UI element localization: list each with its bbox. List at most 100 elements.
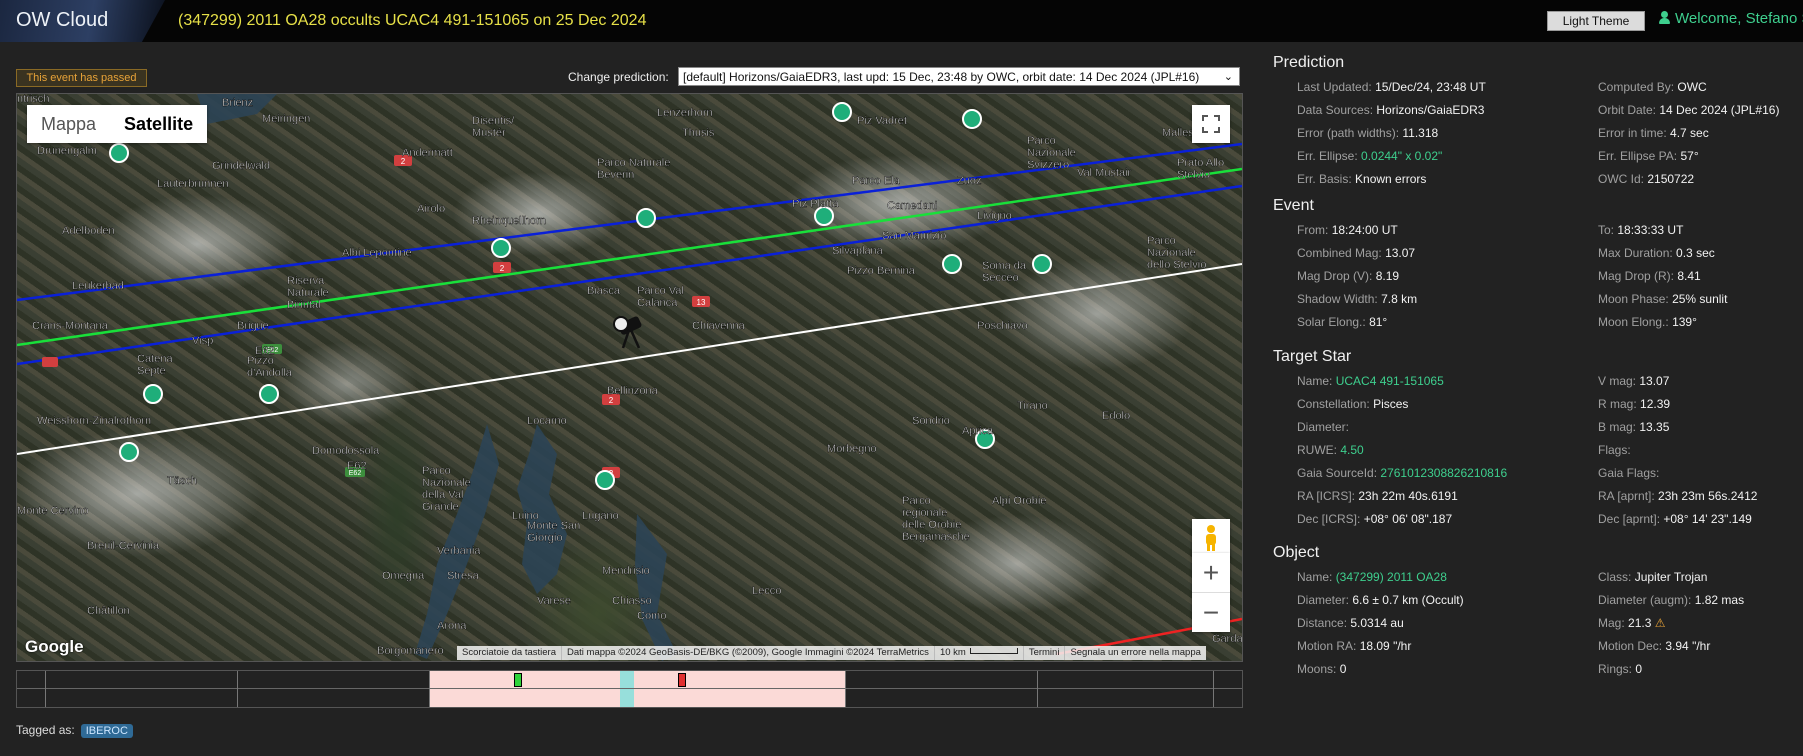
field-value: OWC [1677,80,1707,94]
zoom-in-button[interactable]: + [1192,553,1230,592]
map-place-label: Stresa [447,570,480,582]
field-label: Mag Drop (V): [1297,269,1373,283]
field-label: From: [1297,223,1329,237]
event-passed-badge: This event has passed [16,69,147,87]
target-name-link[interactable]: UCAC4 491-151065 [1336,374,1444,388]
light-theme-button[interactable]: Light Theme [1547,11,1645,31]
map-type-satellite-button[interactable]: Satellite [110,105,207,143]
map-place-label: Parco Nazionale dello Stelvio [1147,235,1206,271]
map-place-label: Parco Naturale Beverin [597,157,670,181]
field-label: Moons: [1297,662,1337,676]
map-place-label: Weisshorn-Zinalrothorn [37,415,151,427]
pegman-icon [1206,525,1216,551]
zoom-out-button[interactable]: − [1192,593,1230,632]
timeline-central-marker [620,671,634,707]
timeline-event-band [429,671,845,707]
map-place-label: Camedani [887,200,937,212]
map-type-control: Mappa Satellite [27,105,208,143]
event-moon-phase: Moon Phase: 25% sunlit [1598,292,1727,306]
map-place-label: Disentis/Mustér [472,115,515,139]
object-moons: Moons: 0 [1297,662,1346,676]
street-view-pegman[interactable] [1192,519,1230,557]
map-place-label: Garda [1212,633,1242,645]
map-place-label: Parco Val Calanca [637,285,684,309]
map-place-label: Parco Ela [852,175,901,187]
field-value: 25% sunlit [1672,292,1728,306]
timeline-start-marker[interactable] [514,673,522,687]
map-scale[interactable]: 10 km [933,646,1023,660]
path-centerline [17,167,1242,347]
fullscreen-button[interactable] [1192,105,1230,143]
top-bar: OW Cloud (347299) 2011 OA28 occults UCAC… [0,0,1803,42]
prediction-computed-by: Computed By: OWC [1598,80,1707,94]
target-ra-icrs: RA [ICRS]: 23h 22m 40s.6191 [1297,489,1458,503]
field-label: RA [ICRS]: [1297,489,1356,503]
map-type-map-button[interactable]: Mappa [27,105,110,143]
terms-link[interactable]: Termini [1022,646,1065,660]
field-value: 4.7 sec [1670,126,1709,140]
target-v-mag: V mag: 13.07 [1598,374,1669,388]
warning-icon[interactable]: ⚠ [1655,616,1666,630]
map-place-label: Tirano [1017,400,1048,412]
field-value: 5.0314 au [1350,616,1404,630]
map-place-label: Bellinzona [607,385,659,397]
report-error-link[interactable]: Segnala un errore nella mappa [1064,646,1205,660]
prediction-last-updated: Last Updated: 15/Dec/24, 23:48 UT [1297,80,1486,94]
map-place-label: Prato Allo Stelvio [1177,157,1224,181]
map-place-label: Soma da Secceo [982,260,1027,284]
tag-badge-iberoc[interactable]: IBEROC [80,724,133,738]
field-label: Class: [1598,570,1632,584]
gaia-sourceid-link[interactable]: 2761012308826210816 [1380,466,1507,480]
target-dec-aprnt: Dec [aprnt]: +08° 14' 23".149 [1598,512,1752,526]
prediction-err-ellipse-pa: Err. Ellipse PA: 57° [1598,149,1699,163]
timeline-tick [1037,671,1038,707]
map-place-label: Grindelwald [212,160,270,172]
map-place-label: Catena Septe [137,353,173,377]
field-label: Diameter: [1297,593,1350,607]
svg-text:2: 2 [500,264,505,273]
map-place-label: Domodossola [312,445,380,457]
app-logo-text: OW Cloud [16,9,109,31]
map-place-label: Chiavenna [692,320,745,332]
chevron-down-icon: ⌄ [1223,71,1233,83]
map-place-label: Monte Cervino [17,505,89,517]
prediction-orbit-date: Orbit Date: 14 Dec 2024 (JPL#16) [1598,103,1779,117]
user-icon [1659,11,1670,24]
road-badges: 2 2 13 2 2 E62 E62 [42,155,710,478]
target-constellation: Constellation: Pisces [1297,397,1408,411]
occultation-map[interactable]: 2 2 13 2 2 E62 E62 ntrisch Brienz Meiringe… [16,93,1243,662]
app-logo[interactable]: OW Cloud [0,0,165,42]
field-value: 15/Dec/24, 23:48 UT [1375,80,1486,94]
field-label: OWC Id: [1598,172,1645,186]
map-place-label: Piz Vadret [857,115,907,127]
field-value: 1.82 mas [1694,593,1745,607]
map-place-label: Lauterbrunnen [157,178,229,190]
prediction-select[interactable]: [default] Horizons/GaiaEDR3, last upd: 1… [678,67,1240,86]
map-place-label: Drunengalm [37,145,97,157]
section-prediction-title: Prediction [1273,54,1345,71]
timeline-end-marker[interactable] [678,673,686,687]
field-label: Rings: [1598,662,1633,676]
object-name: Name: (347299) 2011 OA28 [1297,570,1447,584]
field-value: Pisces [1373,397,1409,411]
prediction-error-time: Error in time: 4.7 sec [1598,126,1709,140]
object-name-link[interactable]: (347299) 2011 OA28 [1336,570,1447,584]
field-label: Err. Basis: [1297,172,1352,186]
field-value: 23h 23m 56s.2412 [1658,489,1758,503]
keyboard-shortcuts-link[interactable]: Scorciatoie da tastiera [457,646,561,660]
field-value: 23h 22m 40s.6191 [1358,489,1458,503]
map-place-label: Breuil-Cervinia [87,540,160,552]
map-place-label: Rheinquellhorn [472,215,546,227]
map-place-label: Zuoz [957,175,981,187]
map-place-label: Parco Nazionale Svizzero [1027,135,1076,171]
field-value: 21.3 [1628,616,1652,630]
event-timeline[interactable] [16,670,1243,708]
welcome-user[interactable]: Welcome, Stefano S [1659,10,1803,27]
map-place-label: Como [637,610,666,622]
map-place-label: Adelboden [62,225,115,237]
field-label: Distance: [1297,616,1348,630]
field-label: R mag: [1598,397,1637,411]
map-place-label: Parco regionale delle Orobie Bergamasche [902,495,970,543]
map-place-label: Brigue [237,320,269,332]
map-place-label: Borgomanero [377,645,444,657]
